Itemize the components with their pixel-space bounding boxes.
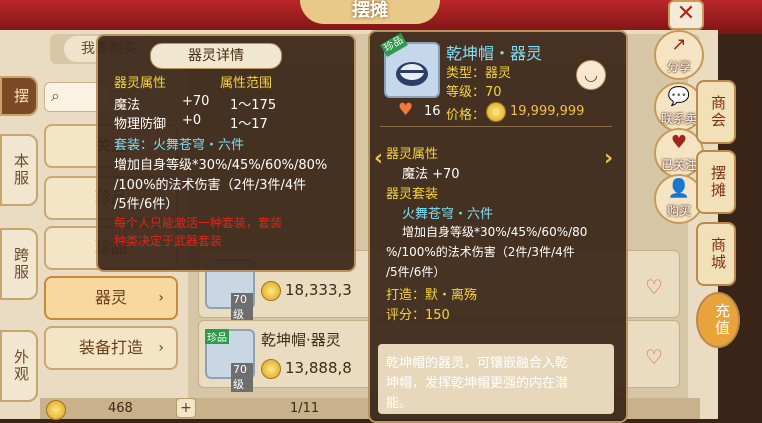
window-title: 摆摊 [300,0,440,24]
chevron-right-icon: › [158,290,164,306]
popup-title: 器灵详情 [150,43,282,69]
attr-value: +70 [182,94,210,109]
set-desc: /5件/6件） [114,197,179,212]
description-line: 乾坤帽的器灵，可镶嵌融合入乾 [386,356,569,371]
side-tab-local-server[interactable]: 本服 [0,134,38,206]
category-label: 装备打造 [78,338,143,357]
attr-name: 物理防御 [114,117,167,132]
chevron-right-icon: › [158,340,164,356]
set-desc: 增加自身等级*30%/45%/60%/80 [402,225,588,239]
range-header: 属性范围 [220,76,273,91]
description-line: 能。 [386,396,413,411]
item-price: 13,888,8 [285,359,352,377]
category-label: 器灵 [94,288,127,307]
coin-icon [261,281,281,301]
eye-icon: ◡ [584,65,598,84]
set-label: 套装：火舞苍穹・六件 [114,138,245,153]
far-tab-recharge[interactable]: 充值 [696,292,740,348]
attr-title: 器灵属性 [386,147,439,162]
category-forge[interactable]: 装备打造 › [44,326,178,370]
item-price: 19,999,999 [510,104,585,119]
heart-icon[interactable]: ♡ [645,275,663,299]
set-desc: /5件/6件） [386,265,446,279]
preview-button[interactable]: ◡ [576,60,606,90]
attr-header: 器灵属性 [114,76,167,91]
attr-range: 1～17 [230,117,268,132]
item-icon: 珍品 70级 [205,329,255,392]
set-desc: /100%的法术伤害（2件/3件/4件 [114,178,307,193]
close-button[interactable]: ✕ [668,0,704,30]
warning-text: 每个人只能激活一种套装，套装 [114,216,283,230]
description-line: 坤帽，发挥乾坤帽更强的内在潜 [386,376,569,391]
score-info: 评分：150 [386,308,450,323]
far-tab-stall[interactable]: 摆摊 [696,150,736,214]
price-label: 价格： [446,108,486,123]
item-type: 类型：器灵 [446,66,512,81]
item-name: 乾坤帽・器灵 [446,44,543,63]
item-price: 18,333,3 [285,281,352,299]
heart-icon[interactable]: ♡ [645,345,663,369]
like-count: 16 [424,104,441,119]
side-tab-stall[interactable]: 摆 [0,76,38,116]
category-spirit[interactable]: 器灵 › [44,276,178,320]
set-desc: 增加自身等级*30%/45%/60%/80% [114,158,328,173]
warning-text: 种类决定于武器套装 [114,234,223,248]
set-title: 器灵套装 [386,187,439,202]
share-label: 分享 [666,60,691,74]
set-desc: %/100%的法术伤害（2件/3件/4件 [386,245,575,259]
item-level: 等级：70 [446,85,502,100]
set-name: 火舞苍穹・六件 [402,207,494,222]
side-tab-cross-server[interactable]: 跨服 [0,228,38,300]
far-tab-mall[interactable]: 商城 [696,222,736,286]
forge-info: 打造：默・离殇 [386,288,478,303]
page-indicator: 1/11 [290,401,320,416]
level-badge: 70级 [231,293,253,322]
item-name: 乾坤帽·器灵 [261,331,341,349]
search-icon: ⌕ [51,86,60,105]
heart-icon: ♥ [398,100,414,120]
far-tab-guild[interactable]: 商会 [696,80,736,144]
chevron-right-icon[interactable]: › [604,146,613,171]
attr-value: +0 [182,113,202,128]
attr-value: 魔法 +70 [402,167,460,182]
currency-count: 468 [108,401,133,416]
coin-icon [46,400,66,420]
share-button[interactable]: ↗ 分享 [654,30,704,80]
chevron-left-icon[interactable]: ‹ [374,146,383,171]
coin-icon [486,102,506,122]
share-icon: ↗ [671,34,687,55]
attr-range: 1～175 [230,98,277,113]
level-badge: 70级 [231,363,253,392]
side-tab-appearance[interactable]: 外观 [0,330,38,402]
add-currency-button[interactable]: + [176,398,196,418]
divider [380,126,612,127]
attr-name: 魔法 [114,98,141,113]
rare-badge: 珍品 [205,329,229,344]
coin-icon [261,359,281,379]
